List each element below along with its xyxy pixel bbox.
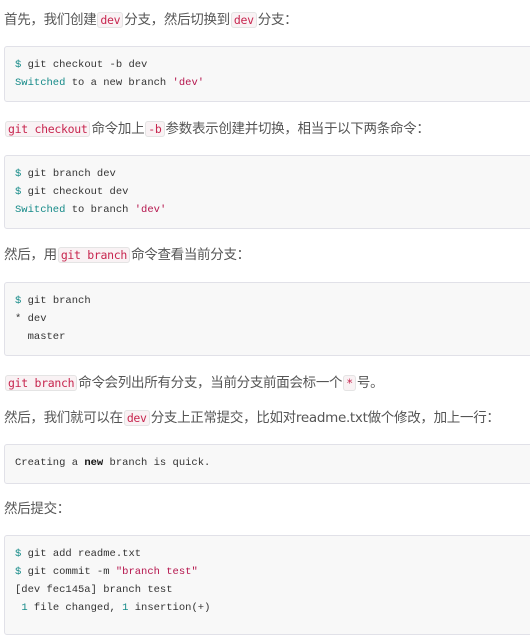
- code-line: * dev: [15, 313, 47, 325]
- prompt: $: [15, 295, 22, 307]
- text: 分支上正常提交，比如对readme.txt做个修改，加上一行：: [150, 410, 500, 426]
- prompt: $: [15, 186, 22, 198]
- code-line: git branch: [27, 295, 91, 307]
- text: 命令查看当前分支：: [131, 247, 250, 263]
- inline-code: git checkout: [5, 121, 91, 137]
- text: 分支：: [257, 12, 298, 28]
- paragraph-edit-readme: 然后，我们就可以在 dev 分支上正常提交，比如对readme.txt做个修改，加上…: [4, 408, 500, 428]
- code-block-readme-line: Creating a new branch is quick.: [4, 444, 530, 484]
- code-line: git branch dev: [27, 168, 116, 180]
- text: 分支，然后切换到: [124, 12, 230, 28]
- code-token: Switched: [15, 77, 66, 89]
- text: 然后，用: [4, 247, 57, 263]
- inline-code: git branch: [5, 375, 78, 391]
- code-token: Switched: [15, 204, 66, 216]
- code-token: Creating a: [15, 457, 85, 469]
- code-line: master: [15, 331, 66, 343]
- code-line: git checkout dev: [27, 186, 129, 198]
- inline-code: *: [343, 375, 356, 391]
- code-token: branch is quick.: [103, 457, 211, 469]
- inline-code: dev: [123, 410, 150, 426]
- code-line: [dev fec145a] branch test: [15, 584, 173, 596]
- code-string: 'dev': [134, 204, 167, 216]
- prompt: $: [15, 168, 22, 180]
- code-token: git commit -m: [27, 566, 116, 578]
- code-string: 'dev': [172, 77, 205, 89]
- paragraph-commit: 然后提交：: [4, 499, 70, 519]
- code-keyword: new: [84, 457, 104, 469]
- text: 然后，我们就可以在: [4, 410, 123, 426]
- paragraph-branch-explain: git branch 命令会列出所有分支，当前分支前面会标一个 * 号。: [4, 373, 384, 393]
- code-block-commit: $ git add readme.txt $ git commit -m "br…: [4, 535, 530, 635]
- prompt: $: [15, 566, 22, 578]
- code-token: file changed,: [27, 602, 123, 614]
- paragraph-checkout-b: git checkout 命令加上 -b 参数表示创建并切换，相当于以下两条命令：: [4, 119, 430, 139]
- inline-code: dev: [230, 12, 257, 28]
- text: 首先，我们创建: [4, 12, 97, 28]
- code-block-two-commands: $ git branch dev $ git checkout dev Swit…: [4, 155, 530, 229]
- paragraph-view-branch: 然后，用 git branch 命令查看当前分支：: [4, 245, 250, 265]
- text: 命令会列出所有分支，当前分支前面会标一个: [78, 375, 343, 391]
- paragraph-create-branch: 首先，我们创建 dev 分支，然后切换到 dev 分支：: [4, 10, 298, 30]
- code-token: to a new branch: [65, 77, 173, 89]
- code-token: insertion(+): [128, 602, 211, 614]
- code-block-checkout: $ git checkout -b dev Switched to a new …: [4, 46, 530, 102]
- inline-code: dev: [97, 12, 124, 28]
- code-token: to branch: [65, 204, 135, 216]
- code-block-branch-list: $ git branch * dev master: [4, 282, 530, 356]
- code-line: git add readme.txt: [27, 548, 142, 560]
- text: 参数表示创建并切换，相当于以下两条命令：: [165, 121, 430, 137]
- inline-code: -b: [145, 121, 165, 137]
- text: 然后提交：: [4, 501, 70, 517]
- text: 命令加上: [91, 121, 145, 137]
- text: 号。: [356, 375, 384, 391]
- inline-code: git branch: [57, 247, 131, 263]
- prompt: $: [15, 548, 22, 560]
- prompt: $: [15, 59, 22, 71]
- code-line: git checkout -b dev: [27, 59, 148, 71]
- code-string: "branch test": [115, 566, 198, 578]
